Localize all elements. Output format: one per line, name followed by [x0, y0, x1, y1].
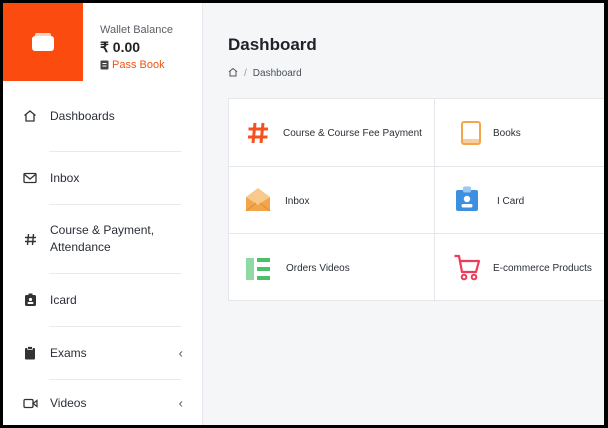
breadcrumb-current: Dashboard: [252, 68, 302, 79]
wallet-balance-label: Wallet Balance: [100, 24, 173, 36]
hash-icon: [244, 119, 272, 147]
sidebar-item-label: Icard: [50, 292, 77, 307]
sidebar-item-label: Exams: [50, 345, 87, 360]
breadcrumb: / Dashboard: [228, 67, 302, 80]
chevron-left-icon[interactable]: ‹: [179, 396, 183, 411]
sidebar-item-dashboards[interactable]: Dashboards: [3, 81, 203, 151]
sidebar: Wallet Balance ₹ 0.00 Pass Book Dashboar…: [3, 3, 203, 425]
wallet-panel: Wallet Balance ₹ 0.00 Pass Book: [3, 3, 203, 81]
home-icon[interactable]: [228, 67, 238, 80]
sidebar-item-label: Inbox: [50, 170, 80, 185]
wallet-balance-amount: ₹ 0.00: [100, 39, 141, 55]
app-window: Wallet Balance ₹ 0.00 Pass Book Dashboar…: [3, 3, 604, 425]
tile-inbox[interactable]: Inbox: [229, 167, 435, 234]
chevron-left-icon[interactable]: ‹: [179, 346, 183, 361]
passbook-label: Pass Book: [112, 59, 165, 71]
tile-orders-videos[interactable]: Orders Videos: [229, 234, 435, 302]
list-icon: [244, 255, 272, 283]
sidebar-item-inbox[interactable]: Inbox: [3, 152, 203, 204]
passbook-link[interactable]: Pass Book: [100, 59, 173, 71]
sidebar-item-videos[interactable]: Videos ‹: [3, 380, 203, 425]
tile-icard[interactable]: I Card: [435, 167, 604, 234]
tile-label: E-commerce Products: [493, 263, 592, 274]
envelope-open-icon: [244, 185, 272, 213]
book-icon: [457, 119, 485, 147]
tile-label: Inbox: [285, 196, 310, 207]
clipboard-icon: [22, 346, 38, 360]
cart-icon: [453, 253, 481, 281]
sidebar-item-exams[interactable]: Exams ‹: [3, 327, 203, 379]
breadcrumb-separator: /: [244, 68, 247, 79]
tile-label: Course & Course Fee Payment: [283, 128, 422, 139]
tile-books[interactable]: Books: [435, 99, 604, 167]
wallet-icon: [3, 3, 83, 81]
page-title: Dashboard: [228, 35, 317, 54]
home-icon: [22, 109, 38, 123]
tile-label: I Card: [497, 196, 525, 207]
sidebar-item-icard[interactable]: Icard: [3, 274, 203, 326]
sidebar-item-label: Videos: [50, 395, 87, 410]
sidebar-item-label: Course & Payment, Attendance: [50, 223, 155, 254]
sidebar-item-label: Dashboards: [50, 108, 115, 123]
wallet-info: Wallet Balance ₹ 0.00 Pass Book: [100, 24, 173, 71]
tile-label: Books: [493, 128, 521, 139]
main-content: Dashboard / Dashboard Course & Course Fe…: [204, 3, 604, 425]
tile-course-payment[interactable]: Course & Course Fee Payment: [229, 99, 435, 167]
dashboard-tiles: Course & Course Fee Payment Books Inbox: [228, 98, 604, 302]
mail-icon: [22, 172, 38, 184]
sidebar-nav: Dashboards Inbox Course & Payment, Atten…: [3, 81, 203, 425]
tile-ecommerce[interactable]: E-commerce Products: [435, 234, 604, 302]
sidebar-item-course-payment[interactable]: Course & Payment, Attendance: [3, 205, 203, 273]
passbook-icon: [100, 60, 109, 70]
video-icon: [22, 398, 38, 409]
id-card-icon: [453, 185, 481, 213]
tile-label: Orders Videos: [286, 263, 350, 274]
hash-icon: [22, 233, 38, 246]
id-badge-icon: [22, 293, 38, 307]
